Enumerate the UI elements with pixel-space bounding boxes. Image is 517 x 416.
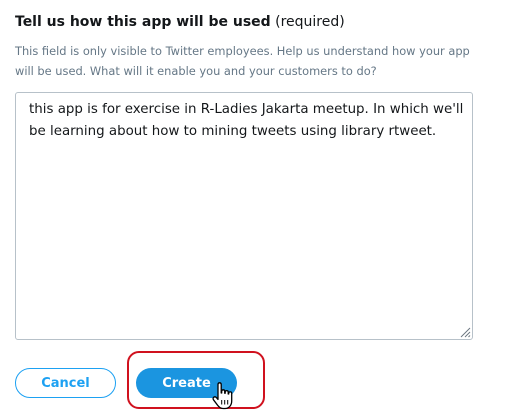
field-label: Tell us how this app will be used [15,14,271,30]
required-indicator: (required) [275,14,345,30]
resize-grip-icon[interactable] [459,326,471,338]
field-help-text: This field is only visible to Twitter em… [15,44,470,78]
usage-description-textarea[interactable]: this app is for exercise in R-Ladies Jak… [15,92,473,340]
cancel-button[interactable]: Cancel [15,368,116,398]
textarea-value: this app is for exercise in R-Ladies Jak… [29,102,464,139]
hand-pointer-icon [212,382,233,410]
create-button-highlight [127,351,265,409]
field-heading: Tell us how this app will be used (requi… [15,12,345,32]
